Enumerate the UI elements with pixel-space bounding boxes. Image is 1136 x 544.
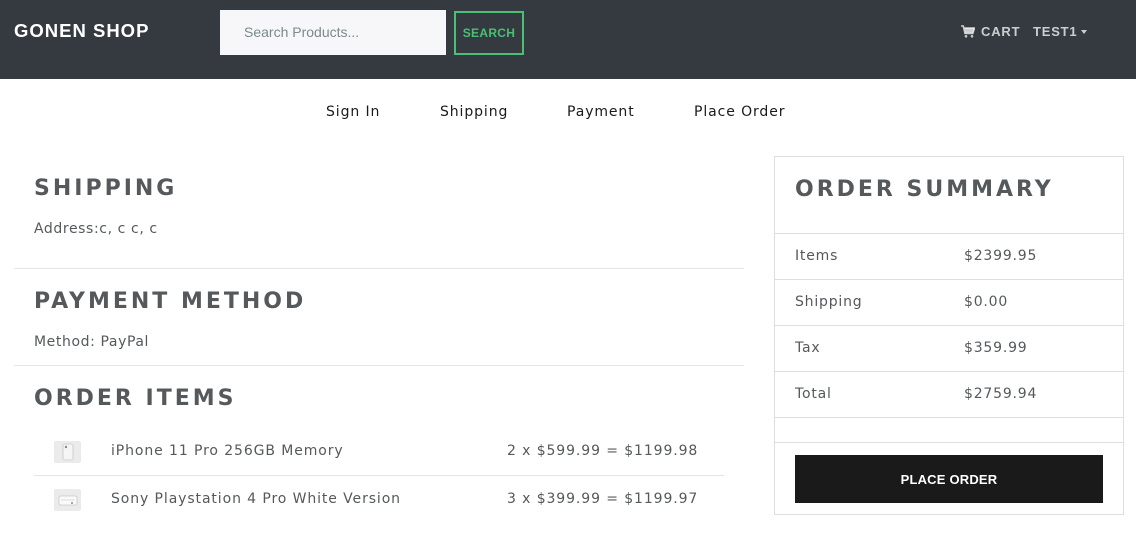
user-menu-toggle[interactable]: TEST1 [1033, 24, 1088, 39]
step-payment[interactable]: Payment [567, 104, 635, 120]
order-summary-title: ORDER SUMMARY [795, 177, 1054, 202]
step-sign-in[interactable]: Sign In [326, 104, 380, 120]
summary-label: Shipping [795, 294, 863, 310]
item-price-calc: 2 x $599.99 = $1199.98 [507, 443, 699, 459]
brand-logo[interactable]: GONEN SHOP [14, 20, 149, 42]
summary-error-slot [775, 417, 1123, 442]
summary-value: $2399.95 [964, 248, 1038, 264]
divider [14, 365, 744, 366]
place-order-button[interactable]: PLACE ORDER [795, 455, 1103, 503]
search-input[interactable] [220, 10, 446, 55]
payment-method: Method: PayPal [34, 334, 150, 350]
checkout-steps: Sign In Shipping Payment Place Order [0, 104, 1136, 126]
step-place-order[interactable]: Place Order [694, 104, 785, 120]
step-shipping[interactable]: Shipping [440, 104, 508, 120]
summary-row-tax: Tax $359.99 [775, 325, 1123, 371]
summary-label: Items [795, 248, 839, 264]
product-link[interactable]: Sony Playstation 4 Pro White Version [111, 491, 401, 507]
summary-value: $359.99 [964, 340, 1028, 356]
shipping-title: SHIPPING [34, 176, 178, 201]
console-icon [58, 495, 77, 506]
order-items-title: ORDER ITEMS [34, 386, 237, 411]
summary-value: $2759.94 [964, 386, 1038, 402]
summary-row-total: Total $2759.94 [775, 371, 1123, 417]
search-button[interactable]: SEARCH [454, 11, 524, 55]
caret-down-icon [1081, 29, 1088, 34]
shipping-address: Address:c, c c, c [34, 221, 158, 237]
payment-title: PAYMENT METHOD [34, 289, 307, 314]
item-price-calc: 3 x $399.99 = $1199.97 [507, 491, 699, 507]
cart-link[interactable]: CART [961, 24, 1020, 39]
navbar: GONEN SHOP SEARCH CART TEST1 [0, 0, 1136, 79]
summary-row-items: Items $2399.95 [775, 233, 1123, 279]
order-summary-card: ORDER SUMMARY Items $2399.95 Shipping $0… [774, 156, 1124, 515]
product-link[interactable]: iPhone 11 Pro 256GB Memory [111, 443, 344, 459]
summary-row-shipping: Shipping $0.00 [775, 279, 1123, 325]
phone-icon [62, 443, 73, 461]
summary-button-row: PLACE ORDER [775, 442, 1123, 514]
user-label: TEST1 [1033, 24, 1078, 39]
cart-label: CART [981, 24, 1021, 39]
shopping-cart-icon [961, 25, 975, 38]
summary-label: Tax [795, 340, 821, 356]
product-image [54, 489, 81, 511]
summary-value: $0.00 [964, 294, 1009, 310]
order-item-row: iPhone 11 Pro 256GB Memory 2 x $599.99 =… [34, 428, 724, 476]
divider [14, 268, 744, 269]
summary-label: Total [795, 386, 832, 402]
product-image [54, 441, 81, 463]
order-item-row: Sony Playstation 4 Pro White Version 3 x… [34, 476, 724, 524]
